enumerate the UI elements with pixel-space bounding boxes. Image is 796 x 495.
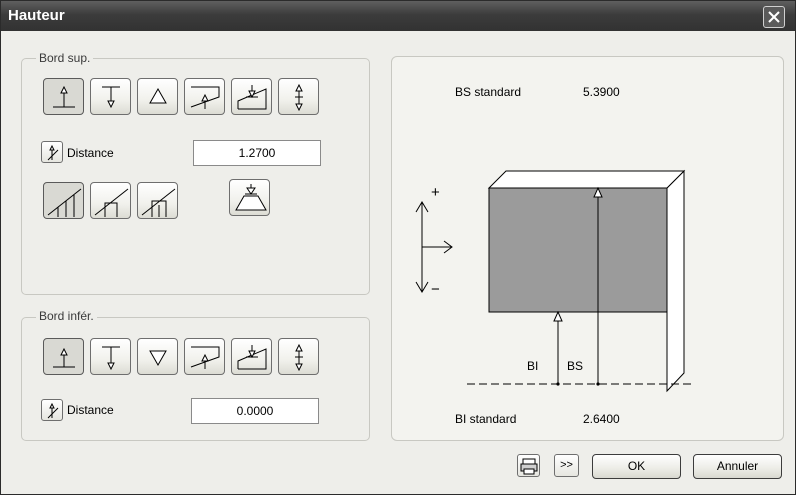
block-side-face (666, 169, 685, 393)
roof-option-1[interactable] (43, 182, 84, 219)
block-front-face (488, 187, 668, 313)
bs-marker: BS (567, 359, 584, 373)
distance-label-bottom: Distance (67, 403, 114, 417)
cancel-button[interactable]: Annuler (693, 454, 782, 479)
distance-toggle-top[interactable] (41, 141, 63, 163)
slope-up-arrow-icon (190, 86, 220, 109)
minus-sign: − (431, 281, 440, 298)
bord-inf-legend: Bord infér. (36, 309, 97, 323)
ok-button[interactable]: OK (592, 454, 681, 479)
close-icon (768, 11, 780, 23)
title-bar[interactable]: Hauteur (1, 1, 795, 31)
distance-arrow-icon (47, 402, 59, 419)
height-preview-panel: BS standard 5.3900 + − BI BS BI standard… (391, 56, 784, 441)
distance-arrow-icon (47, 144, 59, 161)
distance-label-top: Distance (67, 146, 114, 160)
trapezoid-arrow-icon (235, 184, 267, 211)
bi-standard-label: BI standard (455, 412, 517, 426)
top-edge-option-5[interactable] (231, 78, 272, 115)
bottom-edge-option-5[interactable] (231, 338, 272, 375)
double-arrow-vertical-icon (295, 83, 303, 112)
bi-marker: BI (527, 359, 539, 373)
roof-gable-icon (94, 188, 129, 217)
bottom-edge-option-6[interactable] (278, 338, 319, 375)
plus-sign: + (431, 184, 440, 201)
window-title: Hauteur (8, 7, 65, 24)
bottom-edge-option-1[interactable] (43, 338, 84, 375)
block-top-face (487, 170, 686, 189)
top-edge-option-2[interactable] (90, 78, 131, 115)
slope-down-arrow-icon (237, 85, 267, 110)
bottom-edge-option-3[interactable] (137, 338, 178, 375)
distance-toggle-bottom[interactable] (41, 399, 63, 421)
close-button[interactable] (763, 6, 785, 28)
hauteur-dialog: Hauteur Bord sup. Distance 1.2700 Bord i… (0, 0, 796, 495)
bord-sup-legend: Bord sup. (36, 51, 94, 65)
arrow-up-from-base-icon (53, 85, 75, 108)
height-diagram (415, 169, 692, 393)
arrow-up-from-base-icon (53, 347, 75, 368)
distance-field-top[interactable]: 1.2700 (193, 140, 321, 166)
slope-up-arrow-icon (190, 346, 220, 369)
top-edge-option-1[interactable] (43, 78, 84, 115)
more-options-button[interactable]: >> (554, 454, 579, 477)
roof-opening-icon (141, 188, 176, 217)
double-arrow-vertical-icon (295, 343, 303, 372)
bottom-edge-option-4[interactable] (184, 338, 225, 375)
triangle-up-icon (149, 87, 167, 104)
roof-option-3[interactable] (137, 182, 178, 219)
print-button[interactable] (517, 454, 540, 477)
printer-icon (520, 458, 538, 475)
arrow-down-to-base-icon (102, 86, 120, 109)
bi-standard-value: 2.6400 (583, 412, 620, 426)
distance-field-bottom[interactable]: 0.0000 (191, 398, 319, 424)
roof-slope-icon (47, 188, 82, 217)
arrow-down-to-base-icon (102, 346, 120, 371)
reference-plane-button[interactable] (229, 179, 270, 216)
bottom-edge-option-2[interactable] (90, 338, 131, 375)
roof-option-2[interactable] (90, 182, 131, 219)
top-edge-option-4[interactable] (184, 78, 225, 115)
top-edge-option-3[interactable] (137, 78, 178, 115)
slope-down-arrow-icon (237, 345, 267, 370)
top-edge-option-6[interactable] (278, 78, 319, 115)
triangle-down-icon (149, 350, 167, 367)
